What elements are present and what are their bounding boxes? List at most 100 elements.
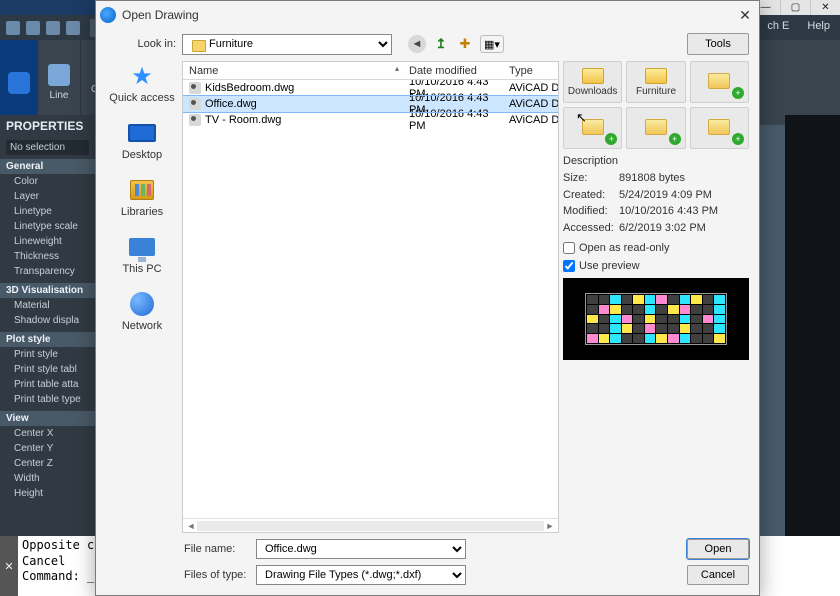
nav-newfolder-button[interactable]: ✚ [456, 35, 474, 53]
star-icon: ★ [127, 63, 157, 89]
props-row[interactable]: Shadow displa [0, 313, 95, 328]
lookin-label: Look in: [134, 38, 176, 50]
props-group-general: General [0, 159, 95, 174]
file-name: Office.dwg [205, 98, 257, 110]
dialog-close-button[interactable]: ✕ [735, 5, 755, 25]
place-desktop[interactable]: Desktop [122, 120, 162, 161]
usepreview-checkbox-row[interactable]: Use preview [563, 260, 749, 272]
close-button[interactable]: ✕ [810, 0, 840, 15]
file-type: AViCAD DWG [503, 114, 558, 126]
drawing-area[interactable] [785, 115, 840, 536]
lookin-select[interactable]: Furniture [182, 34, 392, 55]
scroll-track[interactable] [197, 521, 544, 531]
props-row[interactable]: Center Z [0, 456, 95, 471]
filetype-combo[interactable]: Drawing File Types (*.dwg;*.dxf) [256, 565, 466, 585]
file-row[interactable]: TV - Room.dwg10/10/2016 4:43 PMAViCAD DW… [183, 112, 558, 128]
dialog-titlebar[interactable]: Open Drawing ✕ [96, 1, 759, 29]
nav-view-button[interactable]: ▦▾ [480, 35, 504, 53]
place-this-pc[interactable]: This PC [122, 234, 161, 275]
qat-icon[interactable] [46, 21, 60, 35]
column-name[interactable]: Name▴ [183, 62, 403, 79]
qat-icon[interactable] [66, 21, 80, 35]
properties-title: PROPERTIES [0, 115, 95, 137]
horizontal-scrollbar[interactable]: ◄ ► [183, 518, 558, 532]
props-row[interactable]: Color [0, 174, 95, 189]
desc-modified-value: 10/10/2016 4:43 PM [619, 203, 718, 220]
ribbon-line-tool[interactable]: Line [38, 40, 81, 125]
custom-place-label: Downloads [568, 86, 617, 97]
add-icon: + [605, 133, 617, 145]
dwg-icon [189, 98, 201, 110]
filename-label: File name: [184, 543, 250, 555]
folder-icon [645, 68, 667, 84]
file-list[interactable]: KidsBedroom.dwg10/10/2016 4:43 PMAViCAD … [183, 80, 558, 518]
props-row[interactable]: Print table atta [0, 377, 95, 392]
custom-place-new[interactable]: + [690, 61, 749, 103]
props-group-plot: Plot style [0, 332, 95, 347]
props-group-view: View [0, 411, 95, 426]
folder-icon [708, 119, 730, 135]
custom-place-new[interactable]: + [563, 107, 622, 149]
usepreview-label: Use preview [579, 260, 640, 272]
file-list-header[interactable]: Name▴ Date modified Type [183, 62, 558, 80]
place-network[interactable]: Network [122, 291, 162, 332]
props-row[interactable]: Print style [0, 347, 95, 362]
help-link[interactable]: Help [807, 20, 830, 32]
custom-place-new[interactable]: + [626, 107, 685, 149]
properties-selection[interactable]: No selection [6, 140, 89, 155]
nav-back-button[interactable]: ◄ [408, 35, 426, 53]
props-row[interactable]: Transparency [0, 264, 95, 279]
file-name: TV - Room.dwg [205, 114, 281, 126]
column-date[interactable]: Date modified [403, 62, 503, 79]
folder-icon [645, 119, 667, 135]
file-list-pane: Name▴ Date modified Type KidsBedroom.dwg… [182, 61, 559, 533]
props-row[interactable]: Center X [0, 426, 95, 441]
props-row[interactable]: Linetype [0, 204, 95, 219]
readonly-checkbox[interactable] [563, 242, 575, 254]
place-quick-access[interactable]: ★ Quick access [109, 63, 174, 104]
place-libraries[interactable]: Libraries [121, 177, 163, 218]
open-button[interactable]: Open [687, 539, 749, 559]
file-type: AViCAD DWG [503, 98, 558, 110]
custom-place-new[interactable]: + [690, 107, 749, 149]
app-icon[interactable] [0, 40, 38, 125]
dwg-icon [189, 82, 201, 94]
properties-panel: PROPERTIES No selection General Color La… [0, 115, 95, 536]
filename-combo[interactable]: Office.dwg [256, 539, 466, 559]
nav-up-button[interactable]: ↥ [432, 35, 450, 53]
props-row[interactable]: Lineweight [0, 234, 95, 249]
props-row[interactable]: Center Y [0, 441, 95, 456]
scroll-right-icon[interactable]: ► [544, 521, 556, 531]
network-icon [130, 292, 154, 316]
props-row[interactable]: Linetype scale [0, 219, 95, 234]
props-row[interactable]: Height [0, 486, 95, 501]
libraries-icon [130, 180, 154, 200]
props-row[interactable]: Print table type [0, 392, 95, 407]
scroll-left-icon[interactable]: ◄ [185, 521, 197, 531]
add-icon: + [669, 133, 681, 145]
description-block: Description Size:891808 bytes Created:5/… [563, 155, 749, 236]
custom-place-downloads[interactable]: Downloads [563, 61, 622, 103]
maximize-button[interactable]: ▢ [780, 0, 810, 15]
qat-icon[interactable] [26, 21, 40, 35]
props-row[interactable]: Print style tabl [0, 362, 95, 377]
cancel-button[interactable]: Cancel [687, 565, 749, 585]
ribbon-line-label: Line [50, 90, 69, 102]
qat-icon[interactable] [6, 21, 20, 35]
usepreview-checkbox[interactable] [563, 260, 575, 272]
dialog-title: Open Drawing [122, 8, 199, 22]
props-row[interactable]: Width [0, 471, 95, 486]
column-type[interactable]: Type [503, 62, 558, 79]
props-row[interactable]: Layer [0, 189, 95, 204]
command-close-icon[interactable]: ✕ [0, 536, 18, 596]
custom-place-furniture[interactable]: Furniture [626, 61, 685, 103]
desc-created-value: 5/24/2019 4:09 PM [619, 187, 712, 204]
tools-button[interactable]: Tools [687, 33, 749, 55]
props-row[interactable]: Material [0, 298, 95, 313]
add-icon: + [732, 133, 744, 145]
desc-modified-key: Modified: [563, 203, 619, 220]
readonly-checkbox-row[interactable]: Open as read-only [563, 242, 749, 254]
monitor-icon [128, 124, 156, 142]
props-row[interactable]: Thickness [0, 249, 95, 264]
file-date: 10/10/2016 4:43 PM [403, 108, 503, 132]
